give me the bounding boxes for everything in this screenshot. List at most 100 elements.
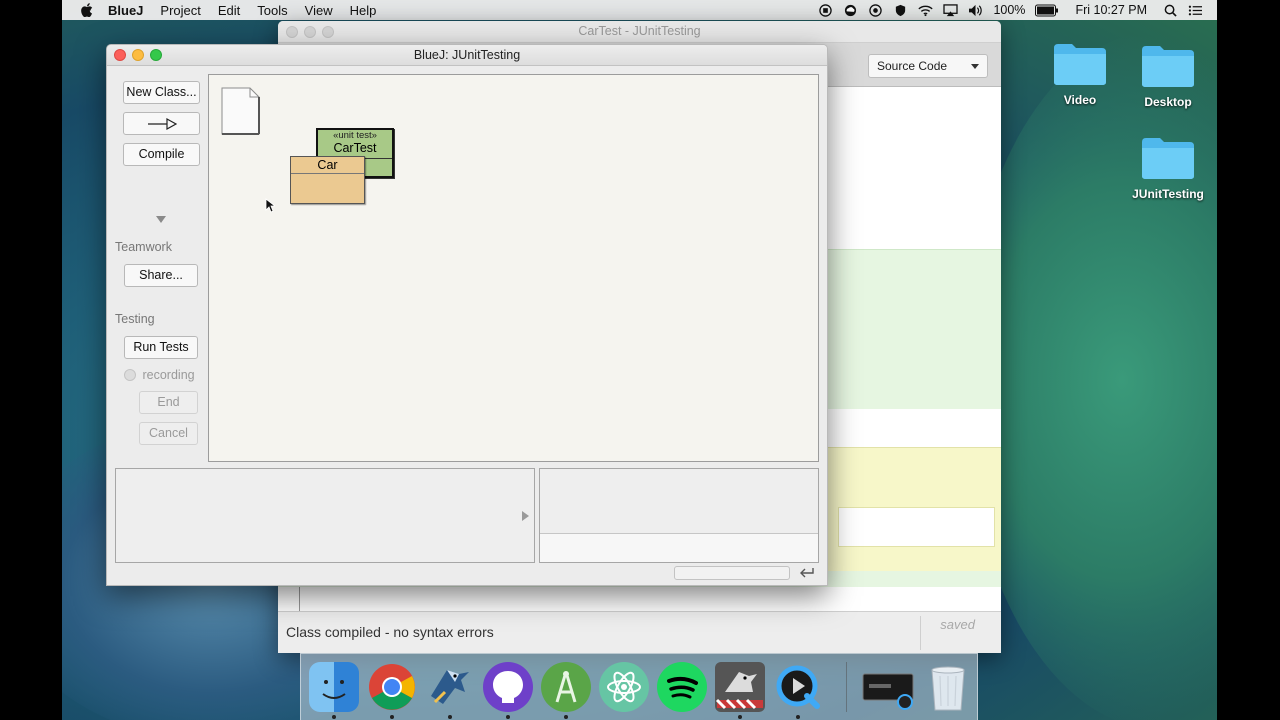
atom-icon[interactable] <box>599 662 649 712</box>
bluej-icon[interactable] <box>425 662 475 712</box>
running-indicator <box>506 715 510 719</box>
window-controls <box>286 26 334 38</box>
menu-help[interactable]: Help <box>350 3 377 18</box>
desktop-screen: BlueJ Project Edit Tools View Help 100% … <box>62 0 1217 720</box>
window-controls <box>114 49 162 61</box>
progress-bar <box>674 566 790 580</box>
codepad-panel[interactable] <box>539 468 819 563</box>
view-mode-select[interactable]: Source Code <box>868 54 988 78</box>
desktop-icon-desktop[interactable]: Desktop <box>1118 44 1217 109</box>
status-menus: 100% Fri 10:27 PM <box>818 0 1203 20</box>
mouse-pointer-icon <box>265 198 275 213</box>
readme-document-icon[interactable] <box>220 86 261 136</box>
cartest-window-title: CarTest - JUnitTesting <box>578 24 701 38</box>
minimize-icon[interactable] <box>132 49 144 61</box>
chevron-down-icon <box>971 64 979 69</box>
menubar-clock[interactable]: Fri 10:27 PM <box>1075 3 1147 17</box>
battery-icon[interactable] <box>1035 4 1059 17</box>
android-studio-icon[interactable] <box>541 662 591 712</box>
bluej-window-title-bar[interactable]: BlueJ: JUnitTesting <box>107 45 827 66</box>
folder-icon <box>1054 44 1106 85</box>
creative-cloud-icon[interactable] <box>843 4 858 17</box>
spotlight-search-icon[interactable] <box>1163 4 1178 17</box>
zoom-icon[interactable] <box>150 49 162 61</box>
add-arrow-button[interactable] <box>123 112 200 135</box>
finder-icon[interactable] <box>309 662 359 712</box>
minimize-icon[interactable] <box>304 26 316 38</box>
saved-indicator: saved <box>940 617 975 632</box>
object-bench[interactable] <box>115 468 535 563</box>
notification-center-icon[interactable] <box>1188 4 1203 17</box>
bluej-window-title: BlueJ: JUnitTesting <box>413 48 521 62</box>
new-class-button[interactable]: New Class... <box>123 81 200 104</box>
testing-label: Testing <box>115 312 155 326</box>
view-mode-value: Source Code <box>877 59 948 73</box>
recording-label: recording <box>142 368 195 382</box>
folder-icon <box>1142 138 1194 179</box>
code-scope-band <box>838 507 995 547</box>
collapse-triangle-icon[interactable] <box>156 216 166 224</box>
menu-view[interactable]: View <box>305 3 333 18</box>
quicktime-icon[interactable] <box>773 662 823 712</box>
class-name-cartest: CarTest <box>333 141 377 155</box>
recording-indicator: recording <box>124 368 195 382</box>
triangle-right-icon[interactable] <box>522 511 530 521</box>
spotify-icon[interactable] <box>657 662 707 712</box>
editor-status-bar: Class compiled - no syntax errors saved <box>278 611 1001 653</box>
end-button[interactable]: End <box>139 391 198 414</box>
trash-icon[interactable] <box>923 662 973 712</box>
menu-app-name[interactable]: BlueJ <box>108 3 143 18</box>
return-arrow-icon[interactable] <box>799 567 815 579</box>
running-indicator <box>390 715 394 719</box>
cloud-icon[interactable] <box>868 3 883 17</box>
class-box-car[interactable]: Car <box>290 156 365 204</box>
close-icon[interactable] <box>114 49 126 61</box>
class-diagram-canvas[interactable]: «unit test» CarTest Car <box>208 74 819 462</box>
running-indicator <box>796 715 800 719</box>
run-tests-button[interactable]: Run Tests <box>124 336 198 359</box>
apple-icon[interactable] <box>80 3 94 17</box>
editor-line-divider <box>299 587 300 611</box>
running-indicator <box>332 715 336 719</box>
record-icon[interactable] <box>818 3 833 17</box>
volume-icon[interactable] <box>968 4 983 17</box>
screen-recording-icon[interactable] <box>861 662 915 712</box>
codepad-input[interactable] <box>540 533 818 562</box>
desktop-icon-label: Desktop <box>1144 95 1192 109</box>
airplay-icon[interactable] <box>943 3 959 17</box>
bluej-project-window: BlueJ: JUnitTesting New Class... Compile… <box>106 44 828 586</box>
bluej-alt-icon[interactable] <box>715 662 765 712</box>
menu-edit[interactable]: Edit <box>218 3 240 18</box>
desktop-icon-junittesting[interactable]: JUnitTesting <box>1118 136 1217 201</box>
code-scope-band <box>278 587 1001 611</box>
running-indicator <box>564 715 568 719</box>
folder-icon <box>1142 46 1194 87</box>
teamwork-label: Teamwork <box>115 240 172 254</box>
zoom-icon[interactable] <box>322 26 334 38</box>
dock <box>300 653 978 720</box>
running-indicator <box>738 715 742 719</box>
battery-percent[interactable]: 100% <box>993 3 1025 17</box>
desktop-icon-video[interactable]: Video <box>1030 42 1130 107</box>
menu-tools[interactable]: Tools <box>257 3 287 18</box>
running-indicator <box>448 715 452 719</box>
desktop-icon-label: Video <box>1063 93 1097 107</box>
arrow-right-icon <box>147 117 177 131</box>
wifi-icon[interactable] <box>918 4 934 17</box>
class-divider <box>291 173 364 174</box>
chrome-icon[interactable] <box>367 662 417 712</box>
menu-bar: BlueJ Project Edit Tools View Help 100% … <box>62 0 1217 20</box>
class-name-car: Car <box>317 158 338 172</box>
compile-button[interactable]: Compile <box>123 143 200 166</box>
close-icon[interactable] <box>286 26 298 38</box>
menu-project[interactable]: Project <box>160 3 200 18</box>
cartest-window-title-bar[interactable]: CarTest - JUnitTesting <box>278 21 1001 43</box>
github-icon[interactable] <box>483 662 533 712</box>
recording-dot-icon <box>124 369 136 381</box>
cancel-button[interactable]: Cancel <box>139 422 198 445</box>
status-divider <box>920 616 921 650</box>
dock-separator <box>846 662 847 712</box>
status-message: Class compiled - no syntax errors <box>286 624 494 640</box>
shield-icon[interactable] <box>893 4 908 17</box>
share-button[interactable]: Share... <box>124 264 198 287</box>
